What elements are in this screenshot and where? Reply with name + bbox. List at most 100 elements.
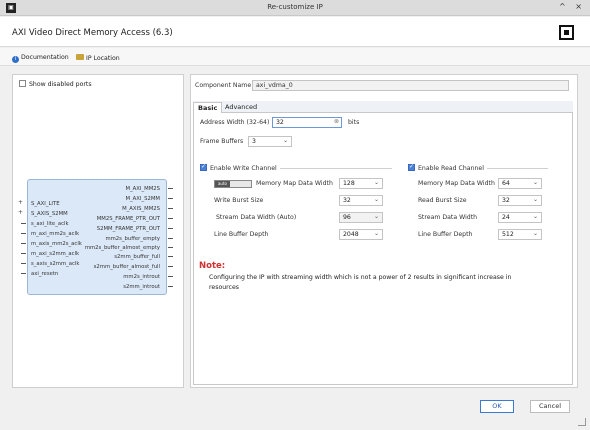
write-stream-width-value: 96: [343, 214, 351, 221]
read-burst-label: Read Burst Size: [418, 197, 467, 204]
chevron-down-icon: ⌄: [532, 230, 538, 237]
component-name-input[interactable]: axi_vdma_0: [252, 80, 569, 91]
read-stream-width-select[interactable]: 24 ⌄: [498, 212, 542, 223]
tab-strip: Basic Advanced: [193, 101, 573, 113]
write-stream-width-select[interactable]: 96 ⌄: [339, 212, 383, 223]
write-mm-width-label: Memory Map Data Width: [256, 180, 333, 187]
write-channel-title: Enable Write Channel: [210, 165, 277, 172]
read-channel-checkbox[interactable]: Enable Read Channel: [408, 163, 487, 172]
tabs-container: Basic Advanced Address Width (32-64) 32 …: [191, 101, 577, 387]
address-width-label: Address Width (32-64): [200, 119, 270, 126]
port-label: s_axis_s2mm_aclk: [31, 261, 80, 267]
write-mm-width-select[interactable]: 128 ⌄: [339, 178, 383, 189]
toggle-knob: auto: [215, 181, 230, 187]
pin-line: [168, 266, 173, 267]
port-label: axi_resetn: [31, 271, 59, 277]
window-controls: ^ ×: [552, 2, 582, 11]
frame-buffers-label: Frame Buffers: [200, 138, 244, 145]
auto-toggle[interactable]: auto: [214, 180, 252, 188]
address-width-input[interactable]: 32 ⊗: [272, 117, 342, 128]
pin-line: [21, 233, 26, 234]
port-label: s2mm_introut: [123, 284, 160, 290]
info-icon: i: [12, 56, 19, 63]
port-label: M_AXIS_MM2S: [122, 206, 160, 212]
chevron-down-icon: ⌄: [373, 196, 379, 203]
write-burst-value: 32: [343, 197, 351, 204]
config-panel: Component Name axi_vdma_0 Basic Advanced…: [190, 74, 578, 388]
tab-advanced[interactable]: Advanced: [221, 102, 261, 113]
pin-line: [21, 243, 26, 244]
pin-line: [168, 276, 173, 277]
documentation-link[interactable]: i Documentation: [12, 54, 69, 63]
port-label: m_axis_mm2s_aclk: [31, 241, 82, 247]
expand-port-icon[interactable]: +: [18, 209, 23, 216]
chevron-down-icon: ⌄: [532, 179, 538, 186]
expand-port-icon[interactable]: +: [18, 199, 23, 206]
minimize-button[interactable]: ^: [559, 2, 566, 11]
checkbox-checked: [200, 163, 207, 171]
pin-line: [21, 253, 26, 254]
pin-line: [21, 223, 26, 224]
component-name-label: Component Name: [195, 82, 252, 89]
pin-line: [168, 208, 173, 209]
port-label: S_AXI_LITE: [31, 201, 60, 207]
chevron-down-icon: ⌄: [532, 196, 538, 203]
write-burst-label: Write Burst Size: [214, 197, 264, 204]
frame-buffers-value: 3: [252, 138, 256, 145]
pin-line: [21, 273, 26, 274]
read-channel-title: Enable Read Channel: [418, 165, 484, 172]
checkbox-checked: [408, 163, 415, 171]
clear-icon[interactable]: ⊗: [334, 118, 339, 126]
window-titlebar: ▣ Re-customize IP ^ ×: [0, 0, 590, 16]
ip-symbol-block: S_AXI_LITE S_AXIS_S2MM s_axi_lite_aclk m…: [27, 179, 167, 295]
write-line-buffer-label: Line Buffer Depth: [214, 231, 269, 238]
ip-location-link[interactable]: IP Location: [76, 54, 120, 62]
dialog-header: AXI Video Direct Memory Access (6.3): [0, 17, 590, 47]
dialog-footer: OK Cancel: [0, 394, 590, 430]
port-label: mm2s_introut: [123, 274, 160, 280]
port-label: S2MM_FRAME_PTR_OUT: [96, 226, 160, 232]
ok-button[interactable]: OK: [480, 400, 514, 413]
chevron-down-icon: ⌄: [373, 179, 379, 186]
resize-grip-icon[interactable]: [578, 418, 586, 426]
read-burst-select[interactable]: 32 ⌄: [498, 195, 542, 206]
note-text: Configuring the IP with streaming width …: [209, 274, 512, 291]
read-line-buffer-select[interactable]: 512 ⌄: [498, 229, 542, 240]
port-label: m_axi_s2mm_aclk: [31, 251, 80, 257]
frame-buffers-select[interactable]: 3 ⌄: [248, 136, 292, 147]
pin-line: [168, 247, 173, 248]
show-disabled-ports-checkbox[interactable]: Show disabled ports: [19, 80, 92, 88]
port-label: MM2S_FRAME_PTR_OUT: [96, 216, 160, 222]
chevron-down-icon: ⌄: [532, 213, 538, 220]
port-label: M_AXI_MM2S: [125, 186, 160, 192]
tab-basic[interactable]: Basic: [193, 102, 223, 113]
write-line-buffer-value: 2048: [343, 231, 359, 238]
chevron-down-icon: ⌄: [373, 213, 379, 220]
write-stream-width-label: Stream Data Width (Auto): [216, 214, 297, 221]
show-disabled-ports-label: Show disabled ports: [29, 81, 92, 88]
chevron-down-icon: ⌄: [373, 230, 379, 237]
port-label: s_axi_lite_aclk: [31, 221, 69, 227]
documentation-label: Documentation: [21, 54, 69, 61]
read-stream-width-label: Stream Data Width: [418, 214, 478, 221]
address-width-unit: bits: [348, 119, 360, 126]
pin-line: [168, 218, 173, 219]
port-label: m_axi_mm2s_aclk: [31, 231, 80, 237]
read-mm-width-select[interactable]: 64 ⌄: [498, 178, 542, 189]
address-width-value: 32: [276, 119, 284, 126]
pin-line: [168, 238, 173, 239]
port-label: s2mm_buffer_almost_full: [93, 264, 160, 270]
close-button[interactable]: ×: [575, 2, 582, 11]
folder-icon: [76, 54, 84, 60]
write-channel-checkbox[interactable]: Enable Write Channel: [200, 163, 280, 172]
ip-location-label: IP Location: [86, 55, 120, 62]
basic-tab-body: Address Width (32-64) 32 ⊗ bits Frame Bu…: [193, 113, 573, 385]
write-line-buffer-select[interactable]: 2048 ⌄: [339, 229, 383, 240]
write-burst-select[interactable]: 32 ⌄: [339, 195, 383, 206]
port-label: mm2s_buffer_empty: [105, 236, 160, 242]
pin-line: [21, 263, 26, 264]
chevron-down-icon: ⌄: [282, 137, 288, 144]
read-line-buffer-label: Line Buffer Depth: [418, 231, 473, 238]
read-stream-width-value: 24: [502, 214, 510, 221]
cancel-button[interactable]: Cancel: [530, 400, 570, 413]
